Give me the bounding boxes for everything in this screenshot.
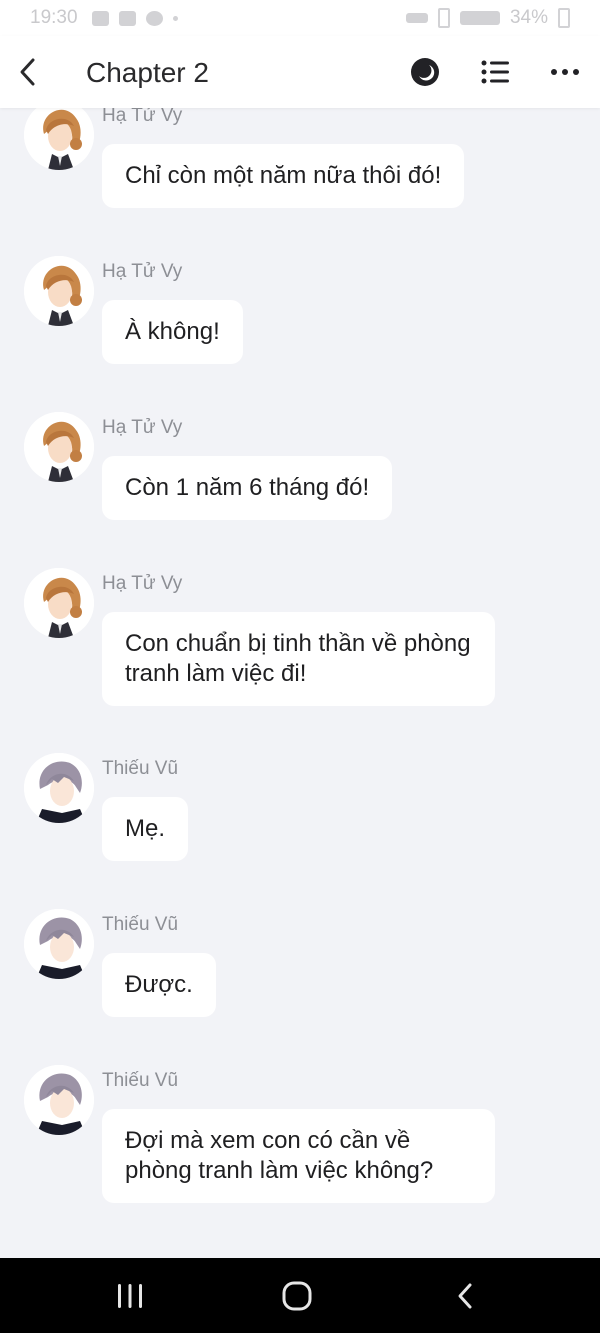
- dot-icon: [172, 15, 178, 21]
- avatar: [24, 909, 94, 979]
- recents-icon: [118, 1284, 142, 1308]
- message: Hạ Tử Vy À không!: [0, 256, 600, 371]
- message: Hạ Tử Vy Con chuẩn bị tinh thần về phòng…: [0, 568, 600, 713]
- status-bar: 19:30 34%: [0, 0, 600, 36]
- message-bubble: Đợi mà xem con có cần về phòng tranh làm…: [102, 1109, 495, 1203]
- message-bubble: Mẹ.: [102, 797, 189, 861]
- back-button[interactable]: [10, 50, 46, 94]
- message: Hạ Tử Vy Chỉ còn một năm nữa thôi đó!: [0, 100, 600, 215]
- theme-toggle-button[interactable]: [407, 54, 443, 90]
- message: Thiếu Vũ Được.: [0, 909, 600, 1024]
- avatar: [24, 256, 94, 326]
- system-navigation-bar: [0, 1258, 600, 1333]
- home-icon: [282, 1281, 312, 1311]
- sender-name: Hạ Tử Vy: [102, 573, 183, 594]
- nav-back-button[interactable]: [443, 1276, 487, 1316]
- sender-name: Thiếu Vũ: [102, 1070, 179, 1091]
- avatar: [24, 1065, 94, 1135]
- sender-name: Hạ Tử Vy: [102, 261, 183, 282]
- sender-name: Hạ Tử Vy: [102, 105, 183, 126]
- message-bubble: Được.: [102, 953, 216, 1017]
- message: Hạ Tử Vy Còn 1 năm 6 tháng đó!: [0, 412, 600, 527]
- list-icon: [481, 60, 509, 84]
- more-options-button[interactable]: [547, 54, 583, 90]
- top-app-bar: Chapter 2: [0, 36, 600, 108]
- chapter-list-button[interactable]: [477, 54, 513, 90]
- battery-saver-icon: [437, 8, 450, 28]
- message: Thiếu Vũ Mẹ.: [0, 753, 600, 868]
- nav-back-icon: [458, 1283, 472, 1309]
- theme-toggle-icon: [411, 58, 439, 86]
- avatar: [24, 100, 94, 170]
- avatar: [24, 753, 94, 823]
- message-bubble: Còn 1 năm 6 tháng đó!: [102, 456, 393, 520]
- status-time: 19:30: [30, 7, 78, 28]
- more-icon: [551, 69, 579, 75]
- battery-icon: [558, 8, 570, 28]
- battery-percent: 34%: [509, 7, 548, 28]
- sender-name: Thiếu Vũ: [102, 758, 179, 779]
- message-bubble: Chỉ còn một năm nữa thôi đó!: [102, 144, 465, 208]
- back-arrow-icon: [20, 58, 35, 86]
- sender-name: Hạ Tử Vy: [102, 417, 183, 438]
- key-icon: [405, 13, 428, 23]
- notification-icons: [91, 10, 178, 26]
- message: Thiếu Vũ Đợi mà xem con có cần về phòng …: [0, 1065, 600, 1210]
- message-bubble: Con chuẩn bị tinh thần về phòng tranh là…: [102, 612, 495, 706]
- sender-name: Thiếu Vũ: [102, 914, 179, 935]
- avatar: [24, 412, 94, 482]
- page-title: Chapter 2: [86, 57, 209, 88]
- home-button[interactable]: [275, 1276, 319, 1316]
- avatar: [24, 568, 94, 638]
- chrome-icon: [145, 10, 163, 26]
- wifi-signal-icon: [459, 11, 500, 25]
- recents-button[interactable]: [108, 1276, 152, 1316]
- gallery-icon: [91, 10, 109, 26]
- message-bubble: À không!: [102, 300, 243, 364]
- youtube-icon: [118, 10, 136, 26]
